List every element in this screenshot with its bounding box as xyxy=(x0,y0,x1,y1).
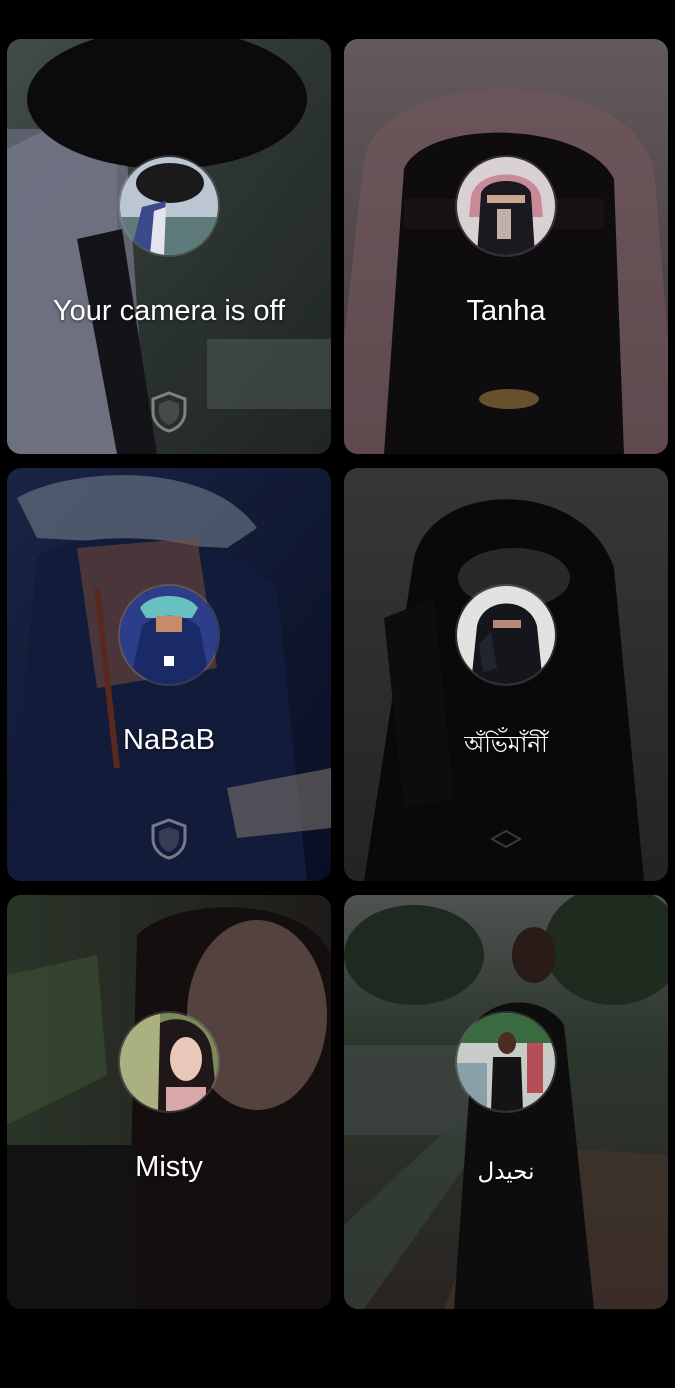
person-avatar-icon xyxy=(457,1013,555,1111)
person-avatar-icon xyxy=(120,586,218,684)
participant-name: Your camera is off xyxy=(52,295,286,327)
person-avatar-icon xyxy=(457,157,555,255)
participant-tile-self[interactable]: Your camera is off xyxy=(7,39,331,454)
shield-icon xyxy=(489,829,523,849)
participant-grid: Your camera is off Tanha NaBaB অঁভিঁমাঁন… xyxy=(7,39,668,1309)
participant-tile-nahidul[interactable]: نحيدل xyxy=(344,895,668,1309)
shield-icon xyxy=(151,818,187,860)
participant-name: NaBaB xyxy=(123,724,215,756)
participant-name: نحيدل xyxy=(477,1158,535,1184)
participant-tile-misty[interactable]: Misty xyxy=(7,895,331,1309)
participant-name: Tanha xyxy=(466,295,546,327)
person-avatar-icon xyxy=(120,1013,218,1111)
person-avatar-icon xyxy=(120,157,218,255)
shield-icon xyxy=(151,391,187,433)
participant-name: অঁভিঁমাঁনীঁ xyxy=(464,731,548,757)
participant-tile-nabab[interactable]: NaBaB xyxy=(7,468,331,881)
person-avatar-icon xyxy=(457,586,555,684)
participant-tile-tanha[interactable]: Tanha xyxy=(344,39,668,454)
participant-name: Misty xyxy=(135,1151,203,1183)
participant-tile-obhimani[interactable]: অঁভিঁমাঁনীঁ xyxy=(344,468,668,881)
